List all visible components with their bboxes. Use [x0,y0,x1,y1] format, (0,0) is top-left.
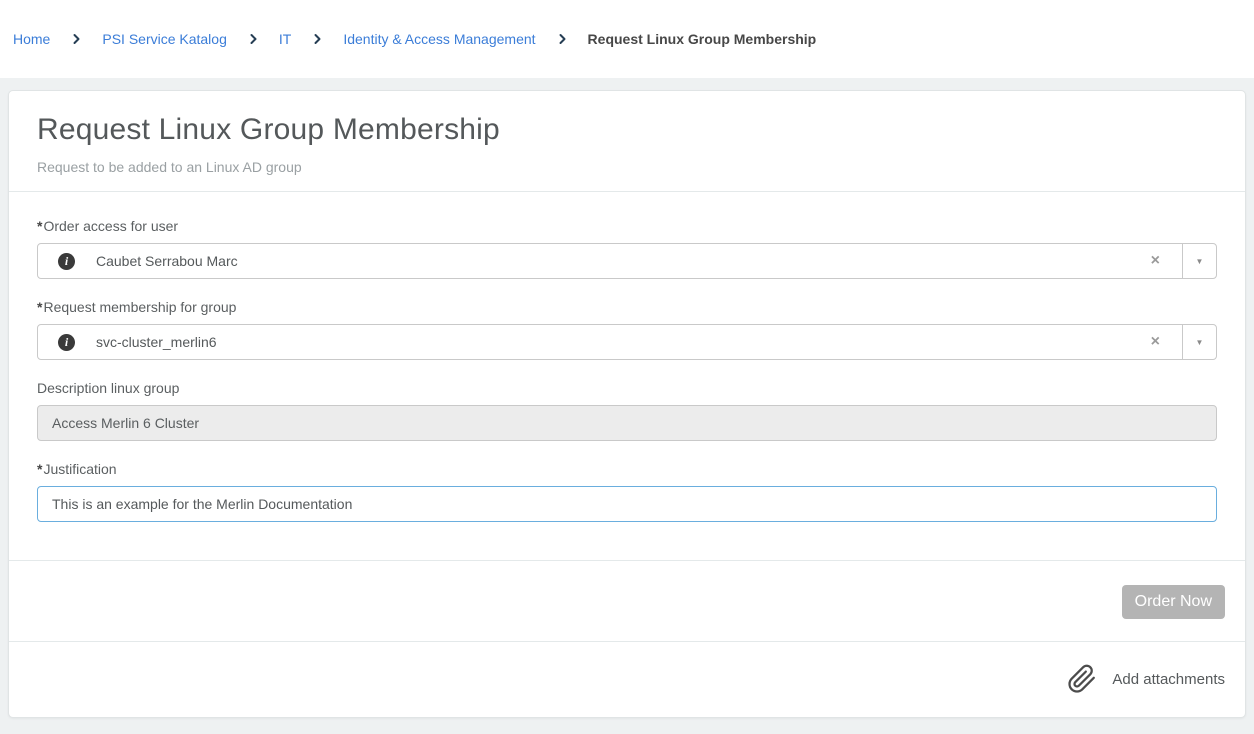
group-label: *Request membership for group [37,299,1217,315]
card-header: Request Linux Group Membership Request t… [9,91,1245,192]
breadcrumb-item-it[interactable]: IT [279,31,291,47]
add-attachments-link[interactable]: Add attachments [1112,671,1225,688]
field-justification: *Justification [37,461,1217,522]
paperclip-icon[interactable] [1067,664,1097,694]
group-dropdown-toggle[interactable]: ▼ [1182,324,1217,360]
page-title: Request Linux Group Membership [37,113,1217,147]
chevron-right-icon [70,33,82,45]
group-label-text: Request membership for group [43,299,236,315]
page-subtitle: Request to be added to an Linux AD group [37,159,1217,175]
chevron-down-icon: ▼ [1196,257,1204,266]
order-access-label-text: Order access for user [43,218,178,234]
info-icon[interactable]: i [58,253,75,270]
request-form: *Order access for user i Caubet Serrabou… [9,192,1245,561]
justification-input[interactable] [37,486,1217,522]
required-marker: * [37,299,42,315]
justification-label: *Justification [37,461,1217,477]
field-order-access-for-user: *Order access for user i Caubet Serrabou… [37,218,1217,279]
description-label: Description linux group [37,380,1217,396]
group-value: svc-cluster_merlin6 [96,334,1148,350]
order-access-value: Caubet Serrabou Marc [96,253,1148,269]
field-request-membership-group: *Request membership for group i svc-clus… [37,299,1217,360]
group-combobox: i svc-cluster_merlin6 × ▼ [37,324,1217,360]
breadcrumb-bar: Home PSI Service Katalog IT Identity & A… [0,0,1254,78]
breadcrumb: Home PSI Service Katalog IT Identity & A… [13,31,816,47]
chevron-right-icon [311,33,323,45]
required-marker: * [37,461,42,477]
breadcrumb-item-iam[interactable]: Identity & Access Management [343,31,535,47]
clear-icon[interactable]: × [1148,334,1163,350]
chevron-down-icon: ▼ [1196,338,1204,347]
order-section: Order Now [9,561,1245,642]
description-input [37,405,1217,441]
attachments-section: Add attachments [9,642,1245,718]
clear-icon[interactable]: × [1148,253,1163,269]
order-access-picker[interactable]: i Caubet Serrabou Marc × [37,243,1183,279]
page: Home PSI Service Katalog IT Identity & A… [0,0,1254,718]
breadcrumb-item-service-katalog[interactable]: PSI Service Katalog [102,31,227,47]
chevron-right-icon [247,33,259,45]
justification-label-text: Justification [43,461,116,477]
required-marker: * [37,218,42,234]
order-access-label: *Order access for user [37,218,1217,234]
catalog-item-card: Request Linux Group Membership Request t… [8,90,1246,718]
group-picker[interactable]: i svc-cluster_merlin6 × [37,324,1183,360]
field-description-linux-group: Description linux group [37,380,1217,441]
breadcrumb-current: Request Linux Group Membership [588,31,817,47]
description-label-text: Description linux group [37,380,179,396]
order-access-combobox: i Caubet Serrabou Marc × ▼ [37,243,1217,279]
order-access-dropdown-toggle[interactable]: ▼ [1182,243,1217,279]
chevron-right-icon [556,33,568,45]
breadcrumb-item-home[interactable]: Home [13,31,50,47]
order-now-button[interactable]: Order Now [1122,585,1225,619]
info-icon[interactable]: i [58,334,75,351]
